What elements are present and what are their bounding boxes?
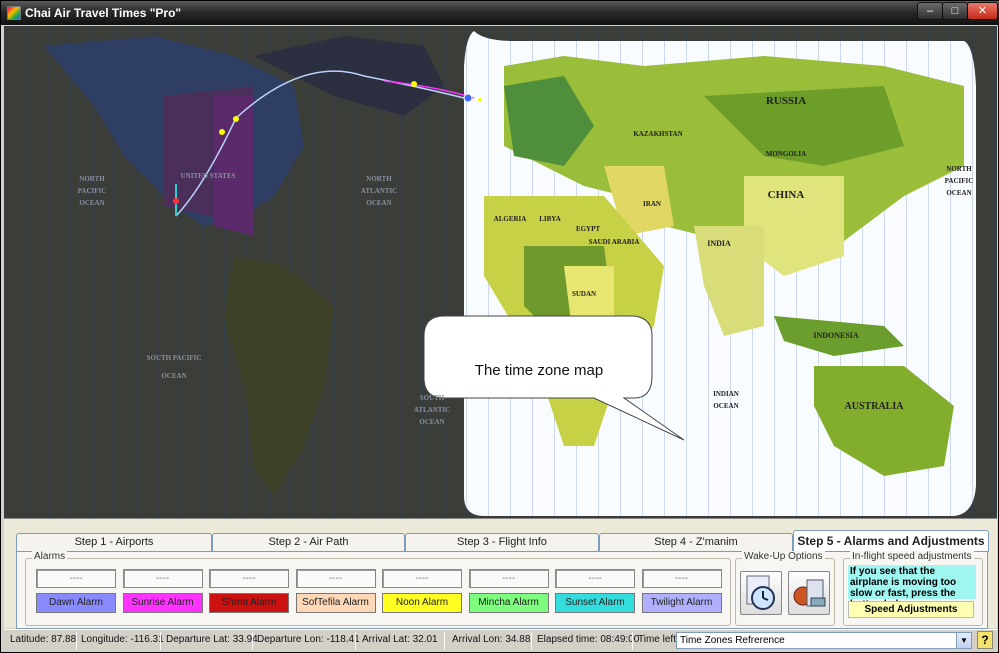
alarms-title: Alarms <box>32 551 68 562</box>
map-label: KAZAKHSTAN <box>633 130 682 138</box>
map-label: PACIFIC <box>945 177 974 185</box>
map-label: OCEAN <box>946 189 971 197</box>
help-button[interactable]: ? <box>977 631 993 649</box>
alarm-slot: ---- Noon Alarm <box>382 569 462 613</box>
map-label: ATLANTIC <box>414 406 450 414</box>
map-label: NORTH <box>946 165 972 173</box>
status-departure-lon: Departure Lon: -118.41 <box>257 634 360 645</box>
time-zone-map[interactable]: RUSSIA CHINA INDIA AUSTRALIA INDONESIA INDIAN… <box>4 26 997 518</box>
alarm-time-display: ---- <box>382 569 462 588</box>
map-label: LIBYA <box>539 215 561 223</box>
status-arrival-lat: Arrival Lat: 32.01 <box>362 634 438 645</box>
map-label: RUSSIA <box>766 95 806 107</box>
tab-step-2[interactable]: Step 2 - Air Path <box>212 533 405 551</box>
map-label: AUSTRALIA <box>845 401 905 412</box>
map-label: OCEAN <box>366 199 391 207</box>
wakeup-title: Wake-Up Options <box>742 551 825 562</box>
map-label: INDONESIA <box>813 331 859 340</box>
alarm-time-display: ---- <box>122 569 203 588</box>
tab-step-1[interactable]: Step 1 - Airports <box>16 533 212 551</box>
alarm-button[interactable]: Sunrise Alarm <box>122 593 203 613</box>
alarm-button[interactable]: Sunset Alarm <box>555 593 635 613</box>
window-title: Chai Air Travel Times "Pro" <box>25 6 182 20</box>
alarm-button[interactable]: Twilight Alarm <box>641 593 722 613</box>
map-label: SUDAN <box>572 290 596 298</box>
app-window: Chai Air Travel Times "Pro" – □ ✕ RUSSIA… <box>0 0 999 653</box>
tab-step-3[interactable]: Step 3 - Flight Info <box>405 533 599 551</box>
alarm-time-display: ---- <box>36 569 116 588</box>
map-label: ALGERIA <box>494 215 527 223</box>
map-label: OCEAN <box>79 199 104 207</box>
map-label: INDIA <box>707 239 731 248</box>
alarm-slot: ---- Mincha Alarm <box>468 569 549 613</box>
status-elapsed-time: Elapsed time: 08:49:00 <box>537 634 640 645</box>
control-panel: Step 1 - Airports Step 2 - Air Path Step… <box>4 518 997 629</box>
close-button[interactable]: ✕ <box>967 2 998 20</box>
alarm-time-display: ---- <box>641 569 722 588</box>
alarm-button[interactable]: SofTefila Alarm <box>295 593 376 613</box>
map-label: INDIAN <box>713 390 739 398</box>
speed-adjustments-button[interactable]: Speed Adjustments <box>848 601 974 618</box>
speed-group: In-flight speed adjustments If you see t… <box>843 551 983 626</box>
map-label: SOUTH PACIFIC <box>147 354 202 362</box>
tab-step-4[interactable]: Step 4 - Z'manim <box>599 533 793 551</box>
wakeup-group: Wake-Up Options <box>735 551 835 626</box>
chevron-down-icon[interactable]: ▼ <box>956 633 971 648</box>
alarm-slot: ---- Twilight Alarm <box>641 569 722 613</box>
app-icon <box>7 6 21 20</box>
map-label: OCEAN <box>161 372 186 380</box>
alarm-slot: ---- Sunrise Alarm <box>122 569 203 613</box>
alarm-slot: ---- Shma Alarm <box>209 569 289 613</box>
status-bar: Latitude: 87.88 Longitude: -116.31 Depar… <box>4 629 997 651</box>
map-label: NORTH <box>79 175 105 183</box>
status-time-left: Time left: <box>638 634 679 645</box>
alarms-group: Alarms ---- Dawn Alarm ---- Sunrise Alarm --… <box>25 551 731 626</box>
minimize-button[interactable]: – <box>917 2 943 20</box>
alarm-settings-icon <box>793 579 826 607</box>
map-label: MONGOLIA <box>766 150 806 158</box>
alarm-button[interactable]: Dawn Alarm <box>36 593 116 613</box>
clock-button[interactable] <box>740 571 782 615</box>
speed-note: If you see that the airplane is moving t… <box>848 565 976 610</box>
alarm-time-display: ---- <box>209 569 289 588</box>
map-label: EGYPT <box>576 225 600 233</box>
map-label: ATLANTIC <box>361 187 397 195</box>
wakeup-settings-button[interactable] <box>788 571 830 615</box>
timezone-select-value: Time Zones Refrerence <box>680 635 785 646</box>
map-canvas: RUSSIA CHINA INDIA AUSTRALIA INDONESIA INDIAN… <box>4 26 997 518</box>
maximize-button[interactable]: □ <box>942 2 968 20</box>
alarm-time-display: ---- <box>295 569 376 588</box>
status-longitude: Longitude: -116.31 <box>81 634 164 645</box>
map-label: OCEAN <box>419 418 444 426</box>
map-label: CHINA <box>768 189 805 201</box>
tab-step-5[interactable]: Step 5 - Alarms and Adjustments <box>793 530 989 552</box>
alarm-button[interactable]: Shma Alarm <box>209 593 289 613</box>
alarm-slot: ---- Sunset Alarm <box>555 569 635 613</box>
alarm-time-display: ---- <box>555 569 635 588</box>
status-arrival-lon: Arrival Lon: 34.88 <box>452 634 531 645</box>
map-label: UNITED STATES <box>181 172 236 180</box>
map-label: SAUDI ARABIA <box>589 238 640 246</box>
clock-icon <box>746 575 775 610</box>
alarm-slot: ---- Dawn Alarm <box>36 569 116 613</box>
map-label: NORTH <box>366 175 392 183</box>
alarm-button[interactable]: Mincha Alarm <box>468 593 549 613</box>
status-departure-lat: Departure Lat: 33.94 <box>166 634 258 645</box>
map-label: SOUTH <box>420 394 445 402</box>
alarm-time-display: ---- <box>468 569 549 588</box>
timezone-select[interactable]: Time Zones Refrerence ▼ <box>676 632 972 649</box>
speed-title: In-flight speed adjustments <box>850 551 974 562</box>
alarm-slot: ---- SofTefila Alarm <box>295 569 376 613</box>
title-bar: Chai Air Travel Times "Pro" – □ ✕ <box>1 1 999 25</box>
map-label: PACIFIC <box>78 187 107 195</box>
tab-panel-alarms: Alarms ---- Dawn Alarm ---- Sunrise Alarm --… <box>16 551 988 629</box>
map-label: IRAN <box>643 200 661 208</box>
map-label: OCEAN <box>713 402 738 410</box>
alarm-button[interactable]: Noon Alarm <box>382 593 462 613</box>
status-latitude: Latitude: 87.88 <box>10 634 77 645</box>
callout-text: The time zone map <box>474 362 604 379</box>
